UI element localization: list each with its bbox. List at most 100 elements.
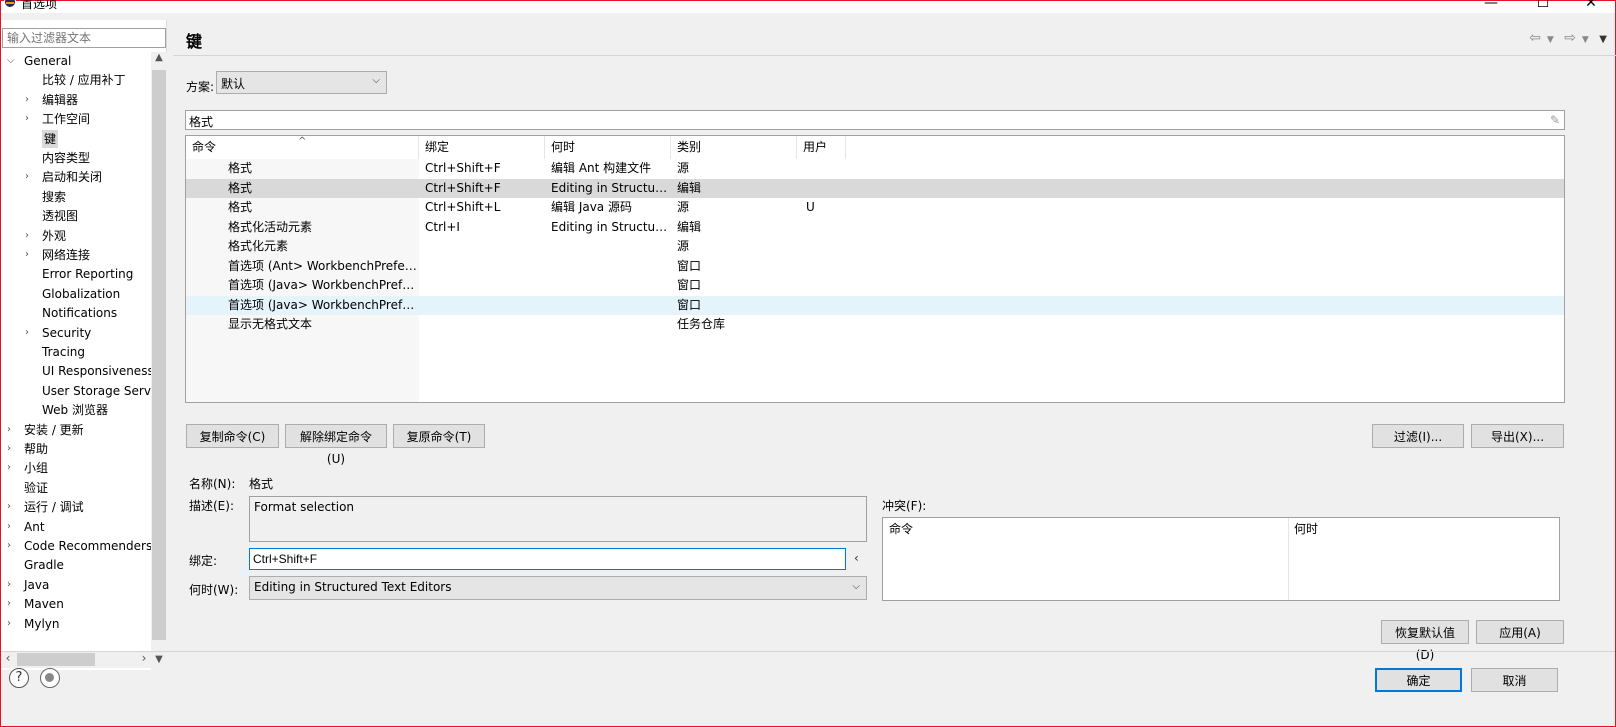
close-button[interactable]: ✕: [1571, 0, 1611, 13]
footer-separator: [1, 651, 1615, 652]
tree-item-label: 工作空间: [42, 112, 91, 127]
cell-category: 窗口: [677, 258, 702, 273]
cell-user: U: [806, 200, 815, 214]
conflict-column-when[interactable]: 何时: [1288, 518, 1318, 540]
scroll-down-icon[interactable]: ▼: [151, 654, 167, 670]
table-row[interactable]: 格式化元素 源: [186, 237, 1564, 257]
preferences-window: 首选项 — ☐ ✕ ⌵ General 比较 / 应用补丁 › 编辑器 › 工作空间 键内容类…: [0, 0, 1616, 727]
binding-input[interactable]: [249, 548, 846, 570]
unbind-command-button[interactable]: 解除绑定命令(U): [285, 424, 387, 466]
chevron-right-icon[interactable]: ›: [7, 518, 17, 536]
binding-menu-icon[interactable]: ‹: [854, 551, 859, 565]
tree-item-label: Maven: [24, 597, 64, 612]
hscroll-thumb[interactable]: [17, 653, 95, 666]
chevron-right-icon[interactable]: ›: [7, 537, 17, 555]
name-value: 格式: [249, 477, 274, 491]
tree-item-label: 搜索: [42, 189, 67, 204]
tree-item-label: Code Recommenders: [24, 539, 151, 553]
cell-when: Editing in Structure...: [551, 219, 669, 234]
column-header-binding[interactable]: 绑定: [419, 136, 545, 159]
chevron-right-icon[interactable]: ›: [25, 91, 35, 109]
tree-item-label: 比较 / 应用补丁: [42, 73, 126, 88]
ok-button[interactable]: 确定: [1375, 668, 1462, 692]
table-row[interactable]: 显示无格式文本 任务仓库: [186, 315, 1564, 335]
tree-item-label: 验证: [24, 480, 49, 495]
chevron-right-icon[interactable]: ›: [25, 227, 35, 245]
minimize-button[interactable]: —: [1471, 0, 1511, 13]
back-menu-icon[interactable]: ▼: [1547, 35, 1554, 45]
tree-item-label: Error Reporting: [42, 267, 134, 282]
chevron-right-icon[interactable]: ›: [7, 440, 17, 458]
table-row[interactable]: 格式化活动元素 Ctrl+I Editing in Structure... 编辑: [186, 218, 1564, 238]
cell-command: 格式: [228, 161, 253, 175]
tree-item-label: 编辑器: [42, 92, 79, 107]
keys-page: 键 ⇦ ▼ ⇨ ▼ ▼ 方案: 默认 ⌵ 格式 ✎ 命令 ^ 绑定 何时 类别 …: [173, 20, 1616, 662]
cell-when: 编辑 Java 源码: [551, 200, 632, 214]
forward-menu-icon[interactable]: ▼: [1582, 35, 1589, 45]
column-header-when[interactable]: 何时: [545, 136, 671, 159]
help-icon[interactable]: ?: [9, 668, 29, 688]
chevron-down-icon: ⌵: [852, 581, 860, 592]
tree-item-label: Web 浏览器: [42, 403, 108, 418]
when-label: 何时(W):: [189, 583, 239, 597]
cell-category: 窗口: [677, 297, 702, 312]
tree-item-label: General: [24, 54, 72, 68]
column-header-category[interactable]: 类别: [671, 136, 797, 159]
chevron-right-icon[interactable]: ›: [25, 110, 35, 128]
chevron-right-icon[interactable]: ›: [7, 421, 17, 439]
scroll-left-icon[interactable]: ‹: [1, 651, 15, 668]
chevron-right-icon[interactable]: ›: [25, 246, 35, 264]
tree-item-label: Notifications: [42, 306, 118, 321]
cell-category: 源: [677, 161, 690, 175]
copy-command-button[interactable]: 复制命令(C): [186, 424, 279, 448]
title-bar: 首选项 — ☐ ✕: [1, 0, 1615, 13]
chevron-right-icon[interactable]: ›: [7, 576, 17, 594]
import-export-icon[interactable]: [40, 668, 60, 688]
when-select[interactable]: Editing in Structured Text Editors ⌵: [249, 576, 867, 600]
table-row[interactable]: 格式 Ctrl+Shift+L 编辑 Java 源码 源 U: [186, 198, 1564, 218]
description-field[interactable]: Format selection: [249, 496, 867, 542]
conflicts-label: 冲突(F):: [882, 499, 927, 513]
chevron-right-icon[interactable]: ›: [25, 168, 35, 186]
page-nav: ⇦ ▼ ⇨ ▼ ▼: [1523, 30, 1607, 46]
table-header: 命令 ^ 绑定 何时 类别 用户: [186, 136, 1564, 159]
table-row[interactable]: 格式 Ctrl+Shift+F Editing in Structure... 编辑: [186, 178, 1564, 198]
view-menu-icon[interactable]: ▼: [1599, 34, 1607, 45]
conflict-column-command[interactable]: 命令: [883, 518, 913, 540]
back-arrow-icon[interactable]: ⇦: [1529, 30, 1541, 46]
scheme-select[interactable]: 默认 ⌵: [216, 71, 387, 94]
column-header-command[interactable]: 命令 ^: [186, 136, 419, 159]
chevron-down-icon[interactable]: ⌵: [7, 52, 17, 70]
table-row[interactable]: 格式 Ctrl+Shift+F 编辑 Ant 构建文件 源: [186, 159, 1564, 179]
conflicts-table: 命令 何时: [882, 517, 1560, 601]
page-title: 键: [186, 32, 203, 51]
scroll-up-icon[interactable]: ▲: [151, 52, 167, 68]
restore-command-button[interactable]: 复原命令(T): [393, 424, 485, 448]
table-row[interactable]: 首选项 (Java> WorkbenchPreferen 窗口: [186, 276, 1564, 296]
tree-horizontal-scrollbar[interactable]: ‹ ›: [1, 651, 151, 668]
filter-input[interactable]: [2, 28, 166, 48]
clear-search-icon[interactable]: ✎: [1550, 113, 1560, 127]
chevron-right-icon[interactable]: ›: [25, 324, 35, 342]
tree-item-label: 小组: [24, 461, 49, 476]
chevron-right-icon[interactable]: ›: [7, 595, 17, 613]
filter-button[interactable]: 过滤(I)...: [1372, 424, 1464, 448]
chevron-right-icon[interactable]: ›: [7, 498, 17, 516]
chevron-right-icon[interactable]: ›: [7, 615, 17, 633]
maximize-button[interactable]: ☐: [1523, 0, 1563, 13]
scroll-thumb[interactable]: [152, 70, 166, 640]
scroll-right-icon[interactable]: ›: [137, 651, 151, 668]
search-value: 格式: [189, 115, 214, 129]
chevron-right-icon[interactable]: ›: [7, 459, 17, 477]
table-row[interactable]: 首选项 (Ant> WorkbenchPreferenc 窗口: [186, 257, 1564, 277]
apply-button[interactable]: 应用(A): [1476, 620, 1564, 644]
forward-arrow-icon[interactable]: ⇨: [1564, 30, 1576, 46]
cancel-button[interactable]: 取消: [1471, 668, 1558, 692]
table-row[interactable]: 首选项 (Java> WorkbenchPreferen 窗口: [186, 295, 1564, 315]
command-search-input[interactable]: 格式 ✎: [185, 110, 1565, 130]
restore-defaults-button[interactable]: 恢复默认值(D): [1381, 620, 1469, 662]
tree-vertical-scrollbar[interactable]: ▲ ▼: [151, 52, 167, 670]
column-header-user[interactable]: 用户: [797, 136, 846, 159]
export-button[interactable]: 导出(X)...: [1471, 424, 1564, 448]
tree-item-label: 内容类型: [42, 151, 91, 165]
